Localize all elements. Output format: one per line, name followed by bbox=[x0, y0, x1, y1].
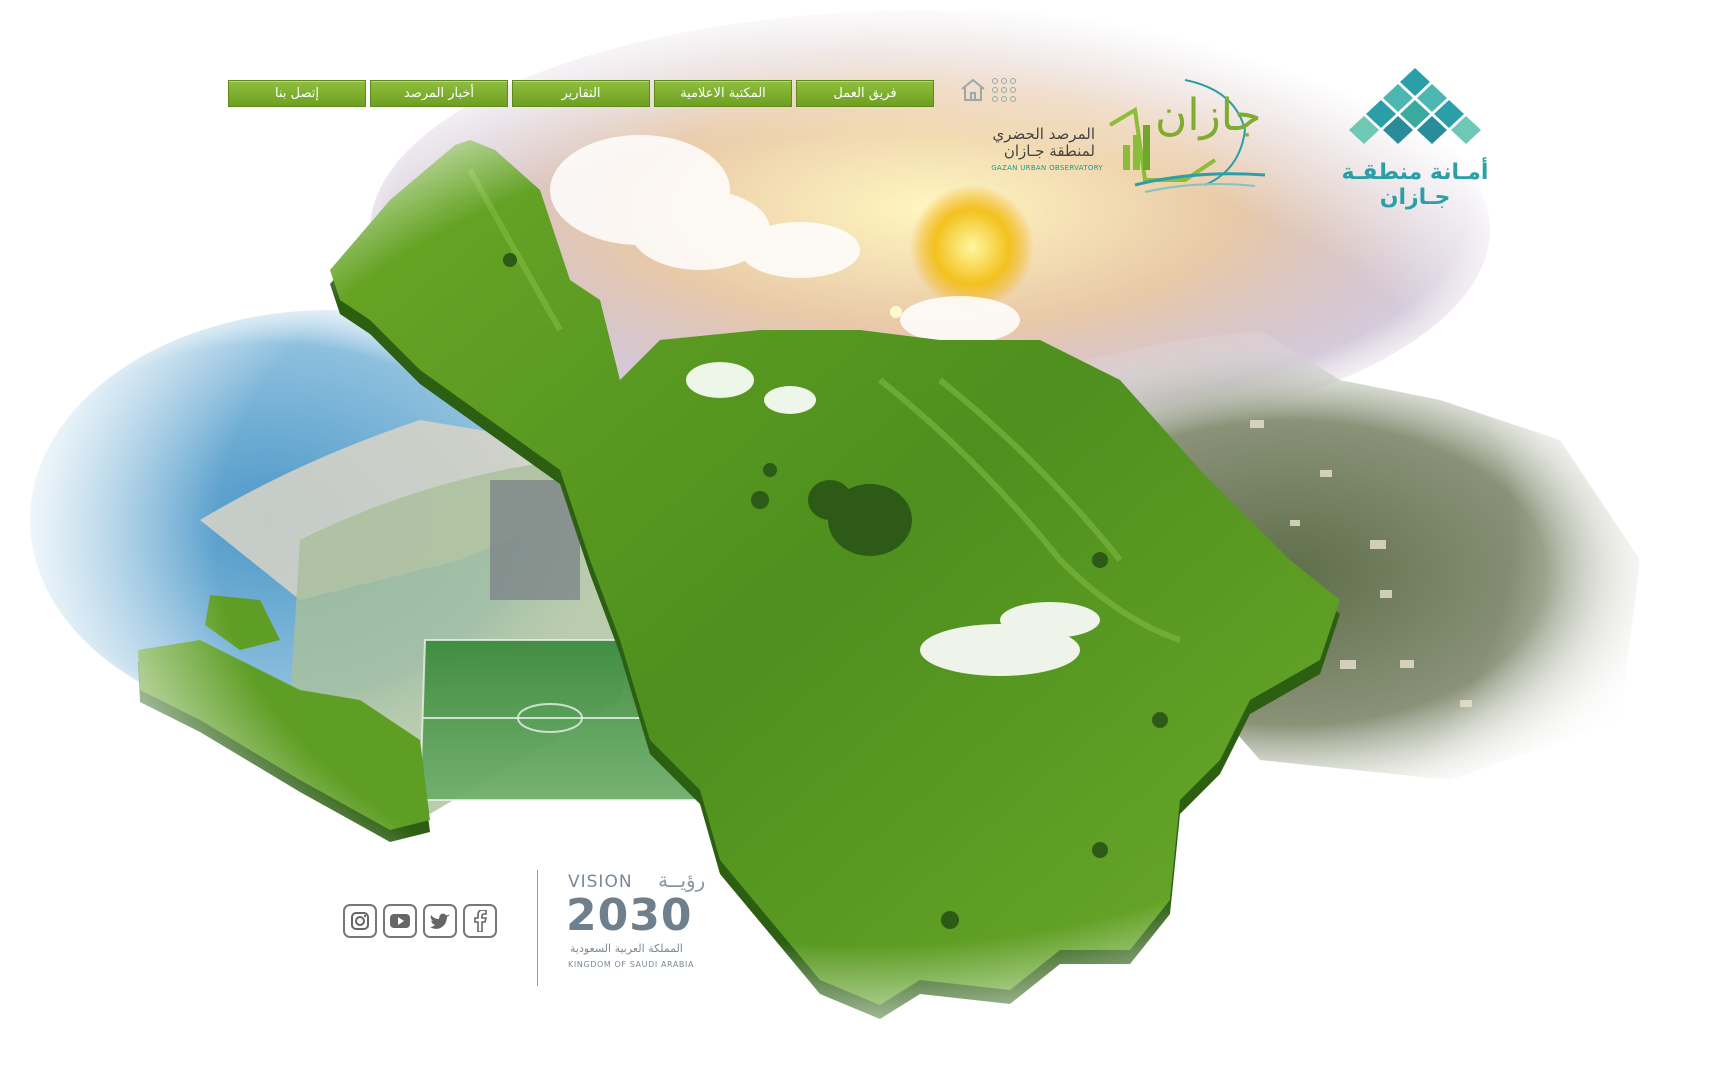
home-icon[interactable] bbox=[960, 78, 986, 102]
nav-contact-us[interactable]: إتصل بنا bbox=[228, 80, 366, 107]
footer-divider bbox=[537, 870, 538, 986]
instagram-icon[interactable] bbox=[343, 904, 377, 938]
observatory-logo-text: جازان bbox=[1155, 90, 1261, 141]
observatory-title: المرصد الحضري لمنطقة جـازان bbox=[985, 126, 1095, 160]
nav-media-library[interactable]: المكتبة الاعلامية bbox=[654, 80, 792, 107]
observatory-title-line1: المرصد الحضري bbox=[992, 125, 1095, 143]
amanah-name: أمـانة منطقـة جـازان bbox=[1341, 160, 1489, 210]
nav-work-team[interactable]: فريق العمل bbox=[796, 80, 934, 107]
vision-year: 2030 bbox=[566, 890, 693, 941]
nav-observatory-news[interactable]: أخبار المرصد bbox=[370, 80, 508, 107]
observatory-subtitle: GAZAN URBAN OBSERVATORY bbox=[991, 164, 1103, 172]
youtube-icon[interactable] bbox=[383, 904, 417, 938]
amanah-emblem bbox=[1349, 68, 1481, 144]
observatory-logo: جازان المرصد الحضري لمنطقة جـازان GAZAN … bbox=[985, 60, 1275, 200]
kingdom-name-english: KINGDOM OF SAUDI ARABIA bbox=[568, 960, 695, 969]
vision-word-arabic: رؤيــة bbox=[658, 868, 706, 892]
amanah-logo: أمـانة منطقـة جـازان bbox=[1310, 60, 1520, 210]
nav-reports[interactable]: التقارير bbox=[512, 80, 650, 107]
observatory-title-line2: لمنطقة جـازان bbox=[1003, 142, 1095, 160]
vision-word: VISION bbox=[568, 872, 633, 892]
twitter-icon[interactable] bbox=[423, 904, 457, 938]
facebook-icon[interactable] bbox=[463, 904, 497, 938]
main-nav: إتصل بنا أخبار المرصد التقارير المكتبة ا… bbox=[228, 80, 934, 107]
kingdom-name-arabic: المملكة العربية السعودية bbox=[570, 942, 683, 955]
vision-2030-logo: VISION رؤيــة 2030 المملكة العربية السعو… bbox=[566, 868, 726, 982]
social-links bbox=[343, 904, 497, 938]
